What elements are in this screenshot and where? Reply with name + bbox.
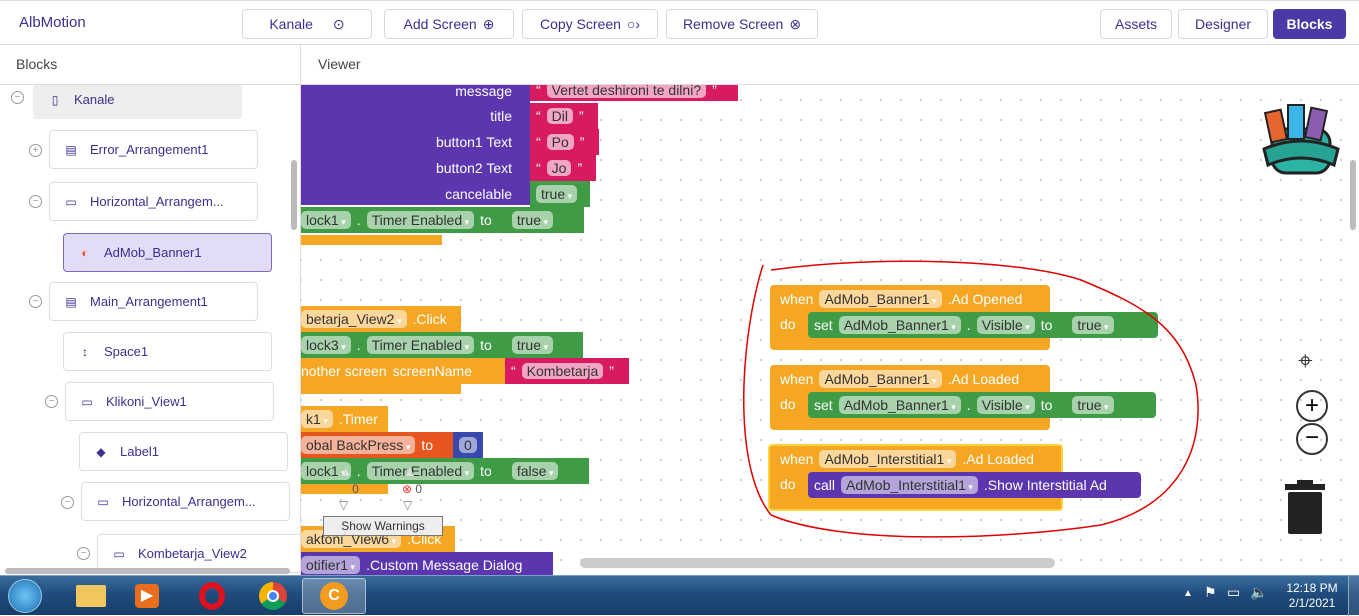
tree-horizontal-scrollbar[interactable] [5, 568, 290, 574]
windows-taskbar: ▶ C ▲ ⚑ ▭ 🔈 12:18 PM 2/1/2021 [0, 575, 1359, 616]
trash-icon[interactable] [1283, 480, 1327, 536]
show-warnings-button[interactable]: Show Warnings [323, 516, 443, 536]
tree-label: Kombetarja_View2 [138, 546, 247, 561]
zoom-in-icon[interactable]: + [1296, 390, 1328, 422]
tree-item[interactable]: ↕ Space1 [63, 332, 272, 371]
tree-item[interactable]: ◆ Label1 [79, 432, 288, 471]
blocks-tree: − ▯ Kanale + ▤ Error_Arrangement1 − ▭ Horiz… [0, 85, 300, 575]
backpack-icon[interactable] [1254, 99, 1344, 181]
show-hidden-icons[interactable]: ▲ [1183, 588, 1193, 599]
tree-label: Label1 [120, 444, 160, 459]
opera-taskbar-icon[interactable] [183, 578, 241, 614]
add-screen-button[interactable]: Add Screen ⊕ [384, 9, 514, 39]
clock[interactable]: 12:18 PM 2/1/2021 [1284, 581, 1340, 611]
app-title: AlbMotion [19, 14, 86, 31]
tree-item-kanale[interactable]: ▯ Kanale [33, 85, 242, 119]
remove-screen-label: Remove Screen [682, 16, 784, 32]
expand-toggle[interactable]: + [29, 144, 42, 157]
admob-icon: ◐ [81, 245, 89, 260]
center-target-icon[interactable]: ⌖ [1298, 345, 1313, 377]
collapse-toggle[interactable]: − [29, 195, 42, 208]
zoom-out-icon[interactable]: − [1296, 423, 1328, 455]
tree-item[interactable]: ▭ Horizontal_Arrangem... [49, 182, 258, 221]
explorer-taskbar-icon[interactable] [62, 578, 120, 614]
vertical-arrangement-icon: ▤ [65, 142, 77, 157]
app-taskbar-icon-active[interactable]: C [302, 578, 366, 614]
volume-icon[interactable]: 🔈 [1250, 584, 1267, 601]
plus-circle-icon: ⊕ [482, 15, 495, 32]
red-annotation-circle [743, 260, 1199, 538]
view-icon: ▭ [113, 546, 125, 561]
screen-selector[interactable]: Kanale ⊙ [242, 9, 372, 39]
collapse-toggle[interactable]: − [45, 395, 58, 408]
copy-screen-button[interactable]: Copy Screen ○› [522, 9, 658, 39]
tree-label: Space1 [104, 344, 149, 359]
tree-item[interactable]: ▤ Main_Arrangement1 [49, 282, 258, 321]
tree-label: Horizontal_Arrangem... [90, 194, 224, 209]
horizontal-arrangement-icon: ▭ [65, 194, 77, 209]
blocks-panel-header: Blocks [0, 45, 300, 85]
tree-item[interactable]: ▭ Horizontal_Arrangem... [81, 482, 290, 521]
horizontal-arrangement-icon: ▭ [97, 494, 109, 509]
collapse-toggle[interactable]: − [61, 496, 74, 509]
collapse-toggle[interactable]: − [29, 295, 42, 308]
start-button[interactable] [8, 579, 42, 613]
viewer-panel-header: Viewer [301, 45, 1359, 85]
remove-screen-button[interactable]: Remove Screen ⊗ [666, 9, 818, 39]
network-icon[interactable]: ▭ [1227, 584, 1240, 601]
close-circle-icon: ⊗ [789, 15, 802, 32]
tree-item[interactable]: ▤ Error_Arrangement1 [49, 130, 258, 169]
blocks-button[interactable]: Blocks [1273, 9, 1346, 39]
tree-label: Horizontal_Arrangem... [122, 494, 256, 509]
tree-label: Main_Arrangement1 [90, 294, 208, 309]
view-icon: ▭ [81, 394, 93, 409]
designer-button[interactable]: Designer [1178, 9, 1268, 39]
show-desktop-button[interactable] [1348, 576, 1359, 616]
time: 12:18 PM [1286, 581, 1338, 595]
tree-scrollbar[interactable] [291, 160, 297, 230]
collapse-toggle[interactable]: − [11, 91, 24, 104]
chrome-taskbar-icon[interactable] [244, 578, 302, 614]
top-toolbar: AlbMotion Kanale ⊙ Add Screen ⊕ Copy Scree… [0, 0, 1359, 45]
workspace-horizontal-scrollbar[interactable] [580, 558, 1055, 568]
tree-item[interactable]: ▭ Klikoni_View1 [65, 382, 274, 421]
media-player-taskbar-icon[interactable]: ▶ [118, 578, 176, 614]
tree-label: Klikoni_View1 [106, 394, 187, 409]
workspace-vertical-scrollbar[interactable] [1350, 160, 1356, 230]
tree-label: Kanale [74, 92, 115, 107]
collapse-toggle[interactable]: − [77, 547, 90, 560]
space-icon: ↕ [82, 344, 88, 359]
chevron-down-icon: ⊙ [332, 15, 345, 32]
vertical-arrangement-icon: ▤ [65, 294, 77, 309]
screen-name: Kanale [269, 16, 313, 32]
blocks-workspace[interactable]: message title button1 Text button2 Text … [301, 85, 1359, 575]
copy-icon: ○› [626, 16, 641, 32]
phone-icon: ▯ [51, 92, 59, 107]
add-screen-label: Add Screen [403, 16, 477, 32]
assets-button[interactable]: Assets [1100, 9, 1172, 39]
copy-screen-label: Copy Screen [539, 16, 621, 32]
label-icon: ◆ [96, 444, 106, 459]
tree-label: AdMob_Banner1 [104, 245, 202, 260]
tree-item-selected[interactable]: ◐ AdMob_Banner1 [63, 233, 272, 272]
action-center-flag-icon[interactable]: ⚑ [1204, 584, 1217, 601]
tree-label: Error_Arrangement1 [90, 142, 209, 157]
date: 2/1/2021 [1288, 596, 1336, 610]
